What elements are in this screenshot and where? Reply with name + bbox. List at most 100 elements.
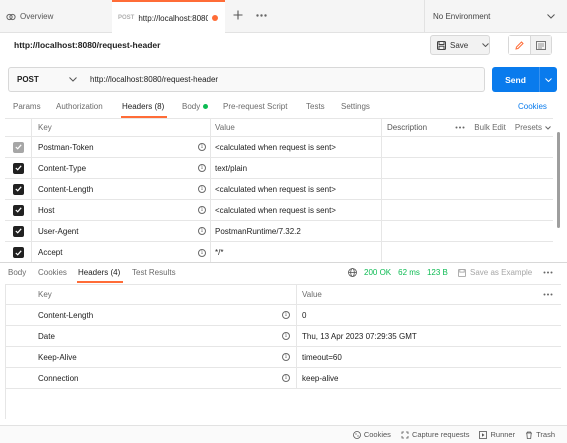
row-checkbox-cell (5, 200, 32, 220)
environment-selector[interactable]: No Environment (424, 0, 567, 33)
key-cell[interactable]: Postman-Token i (32, 137, 211, 157)
value-cell[interactable]: text/plain (211, 158, 382, 178)
value-cell[interactable]: <calculated when request is sent> (211, 137, 382, 157)
save-button[interactable]: Save (430, 35, 490, 55)
info-icon[interactable]: i (282, 353, 290, 361)
new-tab-icon[interactable] (233, 10, 243, 20)
key-cell[interactable]: Content-Length i (32, 179, 211, 199)
table-row: Content-Type i text/plain (5, 158, 553, 179)
send-button[interactable]: Send (492, 67, 557, 92)
save-as-example-button[interactable]: Save as Example (458, 268, 532, 277)
info-icon[interactable]: i (198, 248, 206, 257)
response-header-key: Connection (38, 373, 79, 383)
description-cell[interactable] (382, 158, 553, 178)
scrollbar-thumb[interactable] (557, 132, 560, 228)
description-cell[interactable] (382, 179, 553, 199)
checkbox[interactable] (12, 247, 24, 258)
info-icon[interactable]: i (198, 227, 206, 235)
key-cell: Content-Length i (5, 305, 297, 325)
value-cell[interactable]: <calculated when request is sent> (211, 200, 382, 220)
key-cell[interactable]: Host i (32, 200, 211, 220)
info-icon[interactable]: i (282, 311, 290, 319)
tab-pre-request-script[interactable]: Pre-request Script (223, 102, 287, 111)
response-tab-headers[interactable]: Headers (4) (78, 268, 120, 277)
table-row: Accept i */* (5, 242, 553, 263)
presets-label: Presets (514, 123, 542, 132)
status-code[interactable]: 200 OK (364, 268, 391, 277)
cookies-link[interactable]: Cookies (518, 102, 547, 111)
description-cell[interactable] (382, 200, 553, 220)
url-value: http://localhost:8080/request-header (90, 75, 219, 84)
more-options-icon[interactable] (455, 126, 465, 129)
more-tabs-icon[interactable] (256, 14, 267, 17)
key-cell[interactable]: User-Agent i (32, 221, 211, 241)
checkbox[interactable] (12, 204, 24, 216)
table-row: Host i <calculated when request is sent> (5, 200, 553, 221)
header-value: PostmanRuntime/7.32.2 (215, 226, 301, 236)
value-cell[interactable]: */* (211, 242, 382, 263)
bulk-edit-button[interactable]: Bulk Edit (474, 123, 506, 132)
header-value: <calculated when request is sent> (215, 205, 336, 215)
tab-params[interactable]: Params (13, 102, 41, 111)
edit-icon[interactable] (509, 36, 531, 54)
column-value: Value (211, 119, 382, 136)
info-icon[interactable]: i (198, 206, 206, 214)
table-header: Key Value (5, 284, 561, 305)
more-options-icon[interactable] (543, 266, 553, 274)
header-check-col (5, 119, 32, 136)
response-tab-test-results[interactable]: Test Results (132, 268, 176, 277)
tab-settings[interactable]: Settings (341, 102, 370, 111)
documentation-icon[interactable] (530, 36, 551, 54)
key-cell[interactable]: Accept i (32, 242, 211, 263)
checkbox[interactable] (12, 183, 24, 195)
response-tab-body[interactable]: Body (8, 268, 26, 277)
header-key: Content-Type (38, 163, 87, 173)
row-checkbox-cell (5, 179, 32, 199)
info-icon[interactable]: i (282, 332, 290, 340)
column-value-label: Value (302, 290, 322, 299)
footer-runner[interactable]: Runner (479, 430, 515, 439)
more-options-icon[interactable] (543, 293, 553, 296)
response-tab-cookies[interactable]: Cookies (38, 268, 67, 277)
value-cell: timeout=60 (297, 347, 561, 367)
info-icon[interactable]: i (198, 164, 206, 172)
tab-body[interactable]: Body (182, 102, 209, 111)
info-icon[interactable]: i (198, 185, 206, 193)
response-size[interactable]: 123 B (427, 268, 448, 277)
description-cell[interactable] (382, 242, 553, 263)
footer-capture-requests[interactable]: Capture requests (401, 430, 469, 439)
checkbox[interactable] (12, 162, 24, 174)
footer-cookies[interactable]: Cookies (352, 430, 391, 439)
tab-overview[interactable]: Overview (0, 0, 59, 33)
info-icon[interactable]: i (198, 143, 206, 151)
tab-overview-label: Overview (20, 12, 54, 21)
checkbox[interactable] (12, 225, 24, 237)
info-icon[interactable]: i (282, 374, 290, 382)
tab-authorization[interactable]: Authorization (56, 102, 103, 111)
pane-divider[interactable] (0, 262, 567, 263)
presets-dropdown[interactable]: Presets (515, 123, 551, 132)
checkbox[interactable] (12, 141, 24, 153)
description-cell[interactable] (382, 221, 553, 241)
runner-icon (479, 430, 488, 439)
status-bar: Cookies Capture requests Runner Trash (0, 425, 567, 443)
column-key-label: Key (38, 123, 52, 132)
send-options-chevron-icon[interactable] (539, 67, 557, 92)
footer-trash[interactable]: Trash (525, 430, 555, 439)
globe-icon[interactable] (348, 268, 357, 277)
method-select[interactable]: POST (8, 67, 84, 92)
key-cell: Date i (5, 326, 297, 346)
header-key: Postman-Token (38, 142, 94, 152)
value-cell[interactable]: <calculated when request is sent> (211, 179, 382, 199)
url-input[interactable]: http://localhost:8080/request-header (83, 67, 485, 92)
key-cell[interactable]: Content-Type i (32, 158, 211, 178)
save-chevron-icon[interactable] (482, 43, 490, 47)
table-row: Content-Length i 0 (5, 305, 561, 326)
tab-request[interactable]: POST http://localhost:8080/ (112, 0, 225, 34)
value-cell[interactable]: PostmanRuntime/7.32.2 (211, 221, 382, 241)
tab-tests[interactable]: Tests (306, 102, 325, 111)
description-cell[interactable] (382, 137, 553, 157)
response-header-key: Keep-Alive (38, 352, 77, 362)
tab-headers[interactable]: Headers (8) (122, 102, 164, 111)
response-time[interactable]: 62 ms (398, 268, 420, 277)
